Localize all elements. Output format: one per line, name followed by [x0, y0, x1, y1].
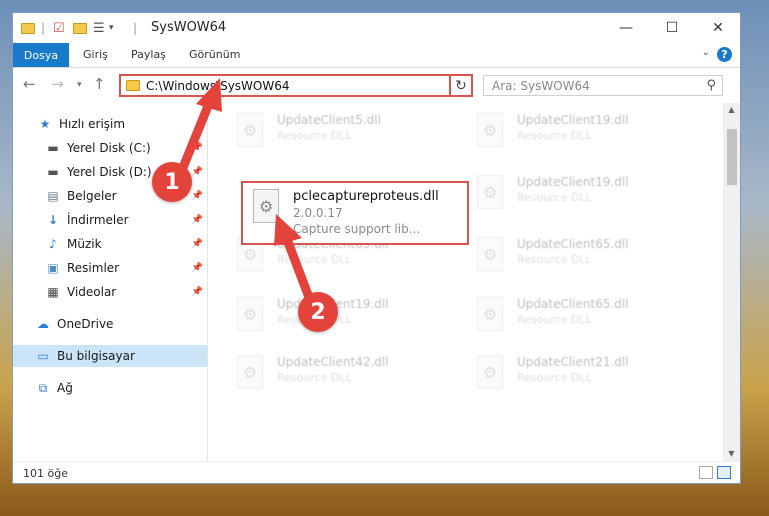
customize-toolbar-icon[interactable]: ▾ — [109, 19, 114, 37]
file-item[interactable]: ⚙ UpdateClient5.dll Resource DLL — [233, 111, 453, 155]
step-2-badge: 2 — [298, 292, 338, 332]
file-item[interactable]: ⚙ UpdateClient21.dll Resource DLL — [473, 353, 693, 397]
drive-icon: ▬ — [47, 165, 59, 179]
close-button[interactable]: ✕ — [695, 13, 740, 43]
file-explorer-window: | ☑ ☰ ▾ | SysWOW64 — ☐ ✕ Dosya Giriş Pay… — [12, 12, 741, 484]
file-item[interactable]: ⚙ UpdateClient42.dll Resource DLL — [233, 353, 453, 397]
dll-file-icon: ⚙ — [473, 353, 507, 393]
search-icon: ⚲ — [706, 78, 716, 93]
properties-icon[interactable]: ☑ — [53, 19, 65, 37]
tab-paylas[interactable]: Paylaş — [131, 48, 166, 61]
file-item[interactable]: ⚙ UpdateClient19.dllResource DLL — [233, 295, 453, 339]
separator: | — [133, 21, 138, 35]
window-title: SysWOW64 — [151, 20, 227, 35]
star-icon: ★ — [39, 117, 51, 131]
expand-ribbon-icon[interactable]: ⌄ — [702, 47, 710, 58]
network-icon: ⧉ — [38, 380, 48, 395]
search-placeholder: Ara: SysWOW64 — [492, 78, 590, 93]
minimize-button[interactable]: — — [603, 13, 649, 43]
forward-button[interactable]: → — [51, 75, 64, 93]
pin-icon[interactable]: 📌 — [192, 191, 203, 201]
address-path: C:\Windows\SysWOW64 — [146, 78, 290, 93]
file-item[interactable]: ⚙ UpdateClient65.dllResource DLL — [473, 295, 693, 339]
sidebar-item-network[interactable]: ⧉ Ağ — [13, 377, 207, 399]
video-icon: ▦ — [47, 285, 59, 299]
maximize-button[interactable]: ☐ — [649, 13, 695, 43]
dll-file-icon: ⚙ — [233, 353, 267, 393]
sidebar-item-onedrive[interactable]: ☁ OneDrive — [13, 313, 207, 335]
navigation-pane: ★ Hızlı erişim ▬ Yerel Disk (C:) 📌 ▬ Yer… — [13, 103, 208, 461]
file-item[interactable]: ⚙ UpdateClient19.dllResource DLL — [473, 173, 693, 217]
sidebar-item-videos[interactable]: ▦ Videolar 📌 — [13, 281, 207, 303]
vertical-scrollbar[interactable]: ▲ ▼ — [723, 103, 740, 461]
computer-icon: ▭ — [37, 349, 49, 363]
file-version: 2.0.0.17 — [293, 206, 343, 220]
help-icon[interactable]: ? — [717, 47, 732, 62]
pin-icon[interactable]: 📌 — [192, 239, 203, 249]
file-list: ⚙ UpdateClient5.dllResource DLL ⚙ Update… — [209, 103, 723, 461]
sidebar-item-downloads[interactable]: ↓ İndirmeler 📌 — [13, 209, 207, 231]
status-bar: 101 öğe — [13, 461, 740, 483]
address-bar[interactable]: C:\Windows\SysWOW64 ⌄ — [119, 74, 473, 97]
new-folder-icon[interactable] — [73, 19, 87, 37]
cloud-icon: ☁ — [37, 317, 49, 331]
separator: | — [41, 21, 46, 35]
pin-icon[interactable]: 📌 — [192, 287, 203, 297]
title-bar: | ☑ ☰ ▾ | SysWOW64 — ☐ ✕ — [13, 13, 740, 43]
sidebar-item-disk-c[interactable]: ▬ Yerel Disk (C:) 📌 — [13, 137, 207, 159]
dll-file-icon: ⚙ — [233, 295, 267, 335]
tab-dosya[interactable]: Dosya — [13, 43, 69, 67]
pin-icon[interactable]: 📌 — [192, 167, 203, 177]
pin-icon[interactable]: 📌 — [192, 215, 203, 225]
quick-access-folder-icon[interactable] — [21, 19, 35, 37]
pictures-icon: ▣ — [47, 261, 59, 275]
sidebar-item-pictures[interactable]: ▣ Resimler 📌 — [13, 257, 207, 279]
details-view-icon[interactable] — [699, 466, 713, 479]
sidebar-item-quick-access[interactable]: ★ Hızlı erişim — [13, 113, 207, 135]
highlighted-dll-file[interactable]: ⚙ pclecaptureproteus.dll 2.0.0.17 Captur… — [241, 181, 469, 245]
scroll-down-icon[interactable]: ▼ — [723, 447, 740, 461]
back-button[interactable]: ← — [23, 75, 36, 93]
scroll-thumb[interactable] — [727, 129, 737, 185]
pin-icon[interactable]: 📌 — [192, 143, 203, 153]
dll-file-icon: ⚙ — [473, 235, 507, 275]
file-name: pclecaptureproteus.dll — [293, 189, 439, 204]
scroll-up-icon[interactable]: ▲ — [723, 103, 740, 117]
file-item[interactable]: ⚙ UpdateClient65.dllResource DLL — [473, 235, 693, 279]
item-count: 101 öğe — [23, 466, 68, 480]
up-button[interactable]: ↑ — [93, 75, 106, 93]
sidebar-item-this-pc[interactable]: ▭ Bu bilgisayar — [13, 345, 207, 367]
dll-file-icon: ⚙ — [233, 111, 267, 151]
navigation-bar: ← → ▾ ↑ C:\Windows\SysWOW64 ⌄ ↻ Ara: Sys… — [13, 69, 740, 101]
search-input[interactable]: Ara: SysWOW64 ⚲ — [483, 75, 723, 96]
folder-icon — [126, 80, 140, 91]
ribbon-tabs: Dosya Giriş Paylaş Görünüm ⌄ ? — [13, 43, 740, 68]
dll-file-icon: ⚙ — [473, 111, 507, 151]
file-description: Capture support lib... — [293, 222, 421, 236]
recent-locations-icon[interactable]: ▾ — [77, 80, 82, 90]
tab-giris[interactable]: Giriş — [83, 48, 108, 61]
dll-file-icon: ⚙ — [473, 295, 507, 335]
large-icons-view-icon[interactable] — [717, 466, 731, 479]
dll-file-icon: ⚙ — [473, 173, 507, 213]
dll-file-icon: ⚙ — [249, 187, 283, 227]
drive-icon: ▬ — [47, 141, 59, 155]
documents-icon: ▤ — [47, 189, 59, 203]
download-icon: ↓ — [47, 213, 59, 227]
sidebar-item-music[interactable]: ♪ Müzik 📌 — [13, 233, 207, 255]
file-item[interactable]: ⚙ UpdateClient19.dllResource DLL — [473, 111, 693, 155]
step-1-badge: 1 — [152, 162, 192, 202]
tab-gorunum[interactable]: Görünüm — [189, 48, 240, 61]
refresh-button[interactable]: ↻ — [449, 74, 473, 97]
view-options-icon[interactable]: ☰ — [93, 19, 105, 37]
music-icon: ♪ — [49, 237, 57, 251]
pin-icon[interactable]: 📌 — [192, 263, 203, 273]
